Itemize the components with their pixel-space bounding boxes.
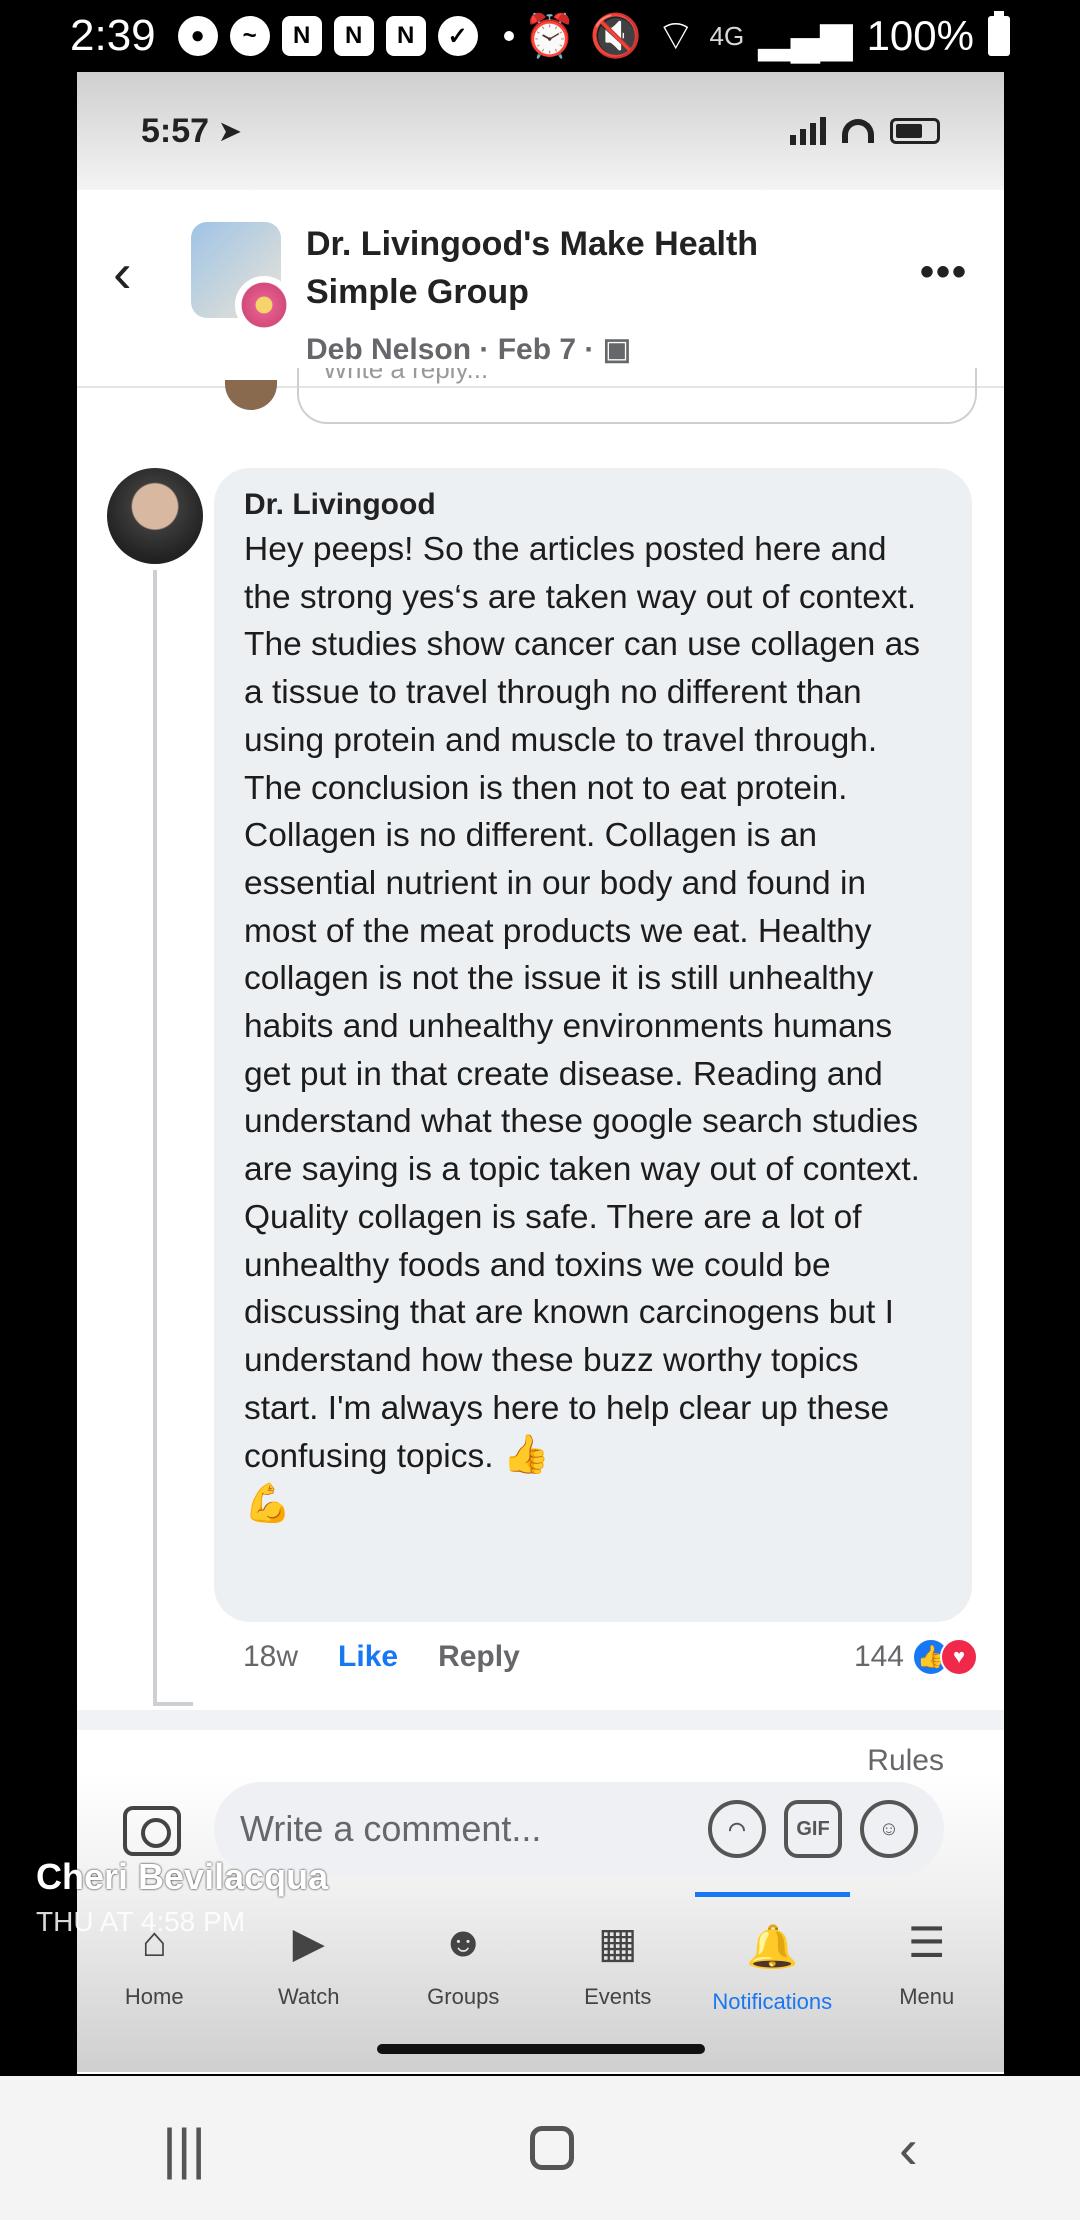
section-divider <box>77 1710 1004 1730</box>
comment-author[interactable]: Dr. Livingood <box>244 488 942 522</box>
home-indicator <box>377 2044 705 2054</box>
camera-icon[interactable] <box>123 1806 181 1856</box>
comment-body: Hey peeps! So the articles posted here a… <box>244 531 920 1476</box>
nav-groups[interactable]: ☻ Groups <box>386 1892 541 2042</box>
nav-menu-label: Menu <box>899 1984 955 2009</box>
reaction-count[interactable]: 144 <box>854 1640 904 1674</box>
home-button-icon[interactable] <box>530 2126 575 2170</box>
messenger-icon: ~ <box>229 16 270 56</box>
overlay-timestamp: THU AT 4:58 PM <box>36 1906 246 1937</box>
rules-link[interactable]: Rules <box>867 1744 944 1778</box>
emoji-icon[interactable]: ☺ <box>860 1800 918 1858</box>
groups-icon: ☻ <box>441 1918 486 1965</box>
more-notifications-dot <box>503 31 514 41</box>
nav-events[interactable]: ▦ Events <box>541 1892 696 2042</box>
thumbs-up-emoji: 👍 <box>502 1434 551 1477</box>
battery-percent: 100% <box>866 12 974 59</box>
network-type: 4G <box>709 20 745 51</box>
notification-icons: ● ~ N N N ✓ <box>177 16 514 56</box>
sticker-icon[interactable]: ◠ <box>708 1800 766 1858</box>
app-notification-icon: N <box>281 16 322 56</box>
comment-text: Hey peeps! So the articles posted here a… <box>244 526 942 1530</box>
events-icon: ▦ <box>597 1918 638 1966</box>
outer-status-bar: 2:39 ● ~ N N N ✓ ⏰ 🔇 ⌔ 4G ▂▄▆ 100% <box>0 0 1080 72</box>
system-navigation-bar: ||| ‹ <box>0 2076 1080 2220</box>
app-notification-icon: N <box>385 16 426 56</box>
love-reaction-icon[interactable]: ♥ <box>940 1638 978 1676</box>
comment-actions: 18w Like Reply 144 👍 ♥ <box>243 1632 978 1682</box>
comment-layer: Dr. Livingood Hey peeps! So the articles… <box>77 72 1004 2074</box>
nav-home-label: Home <box>124 1984 184 2009</box>
nav-notifications-label: Notifications <box>712 1989 833 2014</box>
app-notification-icon: N <box>333 16 374 56</box>
mute-icon: 🔇 <box>589 11 643 59</box>
battery-icon <box>988 11 1010 56</box>
nav-groups-label: Groups <box>427 1984 500 2009</box>
like-button[interactable]: Like <box>338 1640 398 1674</box>
muscle-emoji: 💪 <box>244 1483 292 1526</box>
wifi-icon: ⌔ <box>656 11 696 59</box>
alarm-icon: ⏰ <box>523 11 576 59</box>
system-status-icons: ⏰ 🔇 ⌔ 4G ▂▄▆ 100% <box>523 10 1010 63</box>
nav-watch[interactable]: ▶ Watch <box>232 1892 387 2042</box>
nav-events-label: Events <box>584 1984 652 2009</box>
nav-watch-label: Watch <box>277 1984 340 2009</box>
commenter-avatar[interactable] <box>107 468 203 564</box>
back-icon[interactable]: ‹ <box>899 2116 918 2181</box>
nav-menu[interactable]: ☰ Menu <box>850 1892 1005 2042</box>
comment-placeholder: Write a comment... <box>240 1808 542 1849</box>
signal-icon: ▂▄▆ <box>758 12 853 60</box>
nav-notifications[interactable]: 🔔 Notifications <box>695 1892 850 2042</box>
bell-icon: 🔔 <box>746 1922 799 1970</box>
thread-line <box>153 570 157 1706</box>
gif-icon[interactable]: GIF <box>784 1800 842 1858</box>
comment-bubble: Dr. Livingood Hey peeps! So the articles… <box>214 468 972 1622</box>
overlay-author-name: Cheri Bevilacqua <box>36 1856 329 1897</box>
account-icon: ● <box>177 16 218 56</box>
comment-age[interactable]: 18w <box>243 1640 298 1674</box>
check-icon: ✓ <box>437 16 478 56</box>
outer-clock: 2:39 <box>70 11 156 60</box>
watch-icon: ▶ <box>292 1918 325 1966</box>
menu-icon: ☰ <box>907 1918 946 1966</box>
recent-apps-icon[interactable]: ||| <box>162 2116 206 2181</box>
thread-line-hook <box>153 1702 193 1706</box>
reply-button[interactable]: Reply <box>438 1640 520 1674</box>
